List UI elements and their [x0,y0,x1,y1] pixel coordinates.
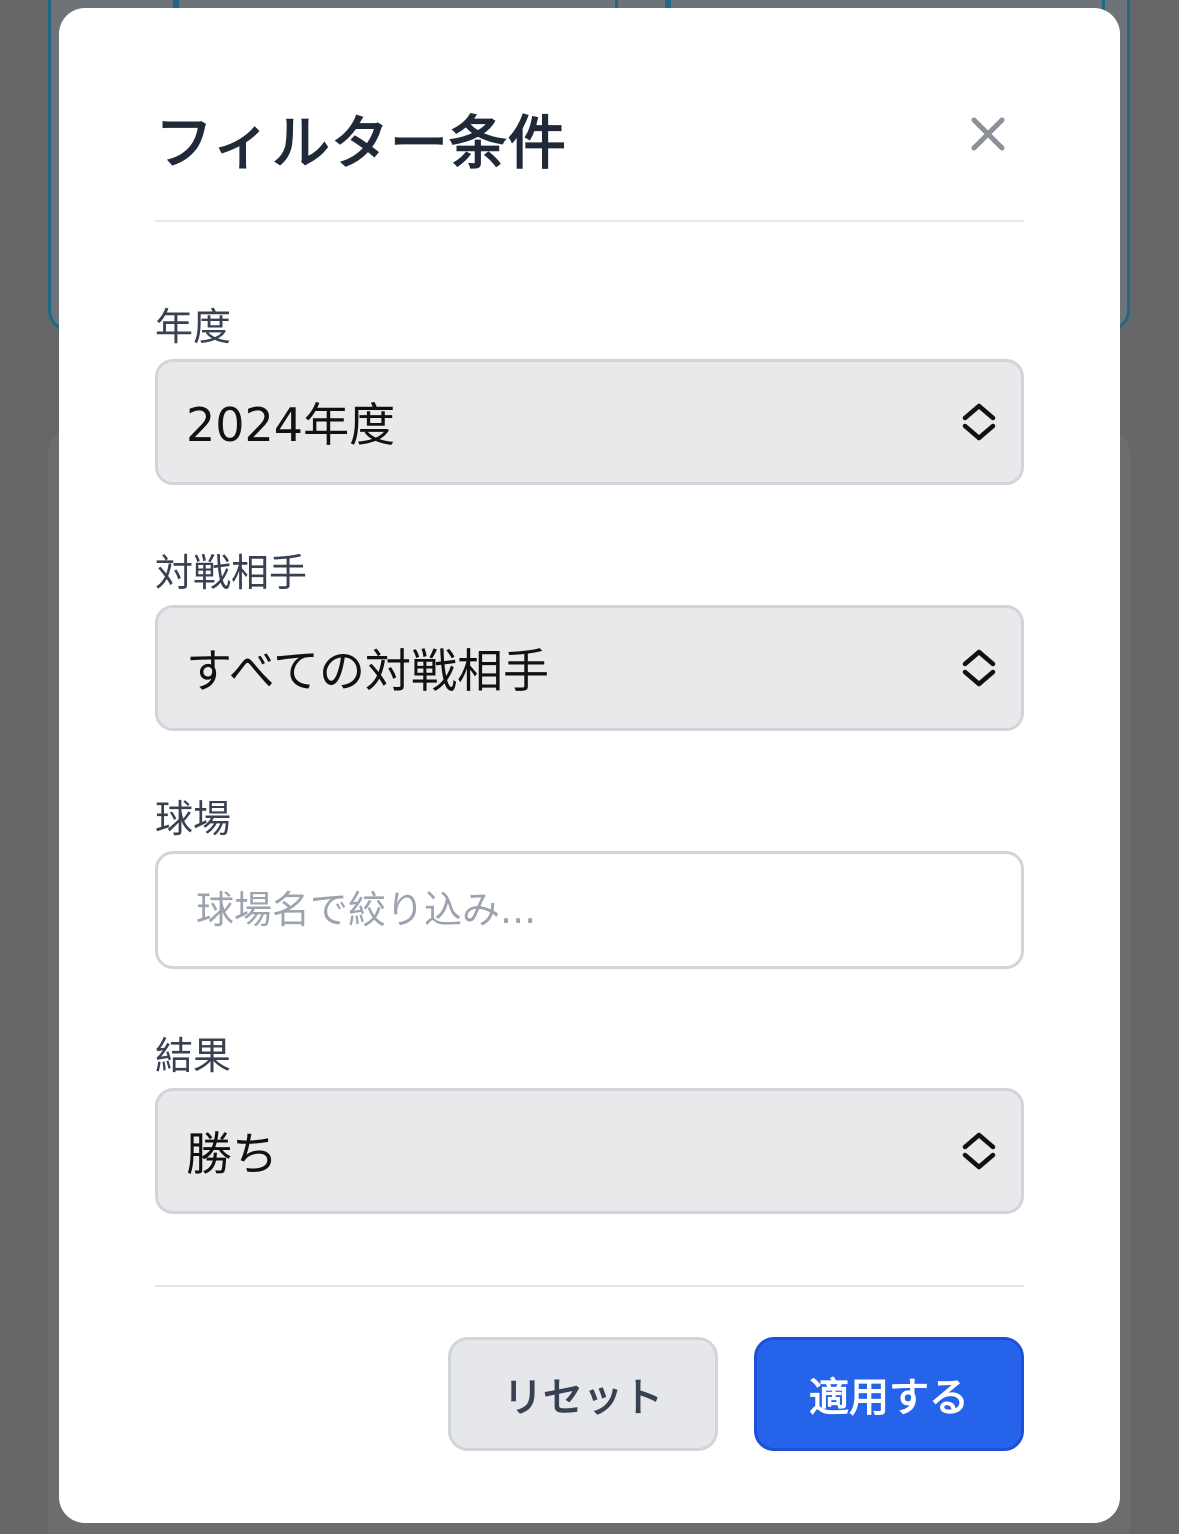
modal-header: フィルター条件 [155,8,1024,222]
result-select[interactable]: 勝ち [155,1088,1024,1214]
filter-modal: フィルター条件 年度 2024年度 対戦相手 すべての対戦相手 球場 結果 勝ち [59,8,1120,1523]
result-select-value: 勝ち [186,1127,278,1181]
year-select-value: 2024年度 [186,398,396,452]
year-label: 年度 [155,305,232,349]
chevron-up-down-icon [962,649,996,687]
year-select[interactable]: 2024年度 [155,359,1024,485]
footer-divider [155,1285,1024,1287]
chevron-up-down-icon [962,1132,996,1170]
apply-button[interactable]: 適用する [754,1337,1024,1451]
chevron-up-down-icon [962,403,996,441]
reset-button[interactable]: リセット [448,1337,718,1451]
opponent-select-value: すべての対戦相手 [186,644,549,698]
modal-title: フィルター条件 [155,109,567,177]
opponent-select[interactable]: すべての対戦相手 [155,605,1024,731]
stadium-search-input[interactable] [155,851,1024,969]
close-button[interactable] [960,106,1016,162]
result-label: 結果 [155,1034,232,1078]
opponent-label: 対戦相手 [155,551,308,595]
close-icon [971,117,1005,151]
stadium-label: 球場 [155,797,232,841]
